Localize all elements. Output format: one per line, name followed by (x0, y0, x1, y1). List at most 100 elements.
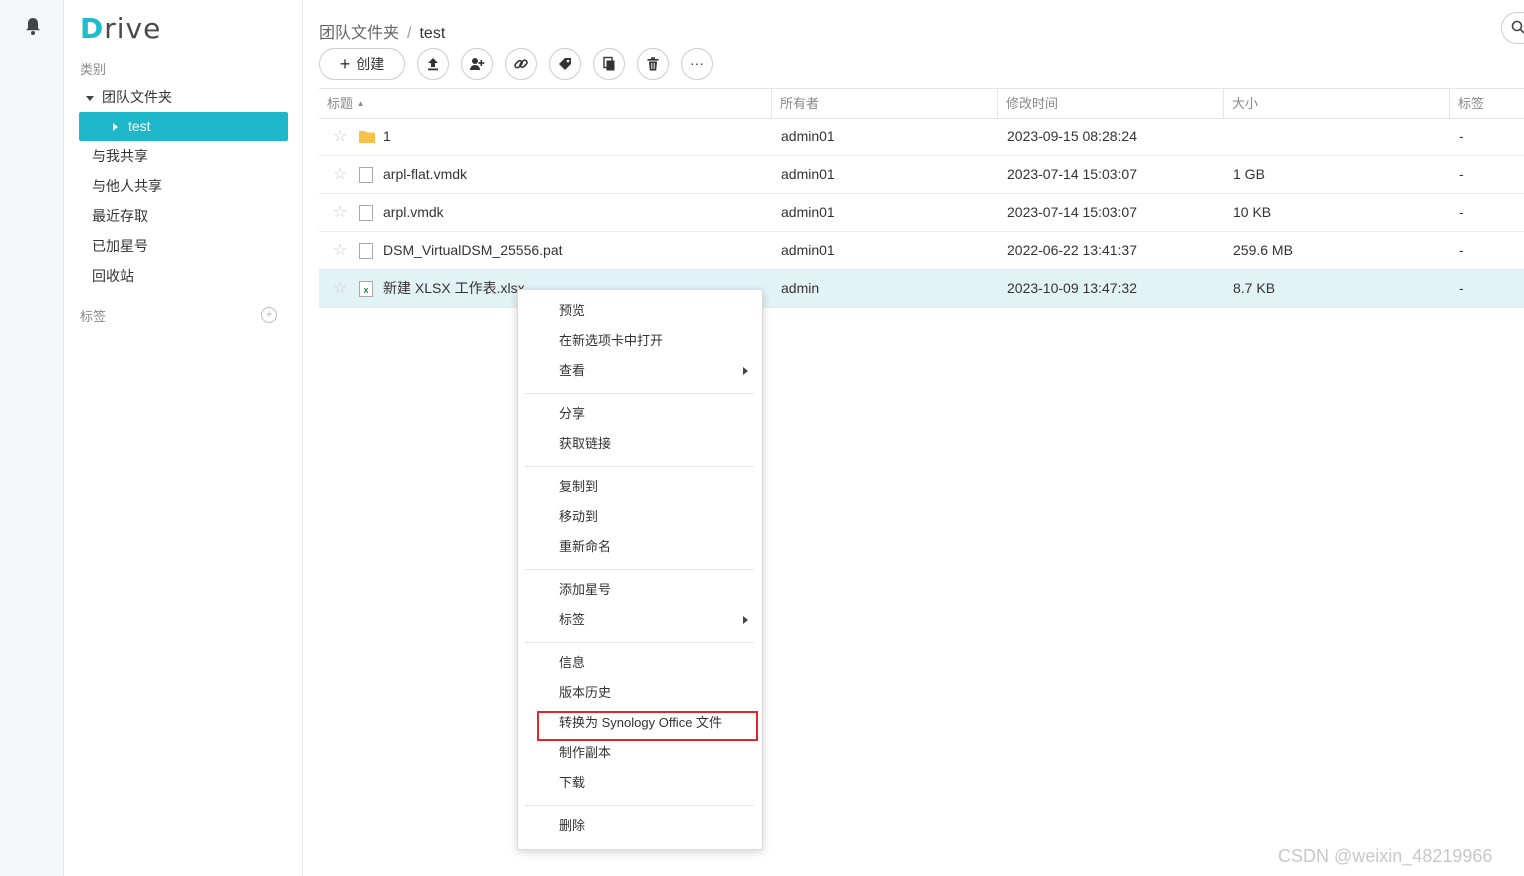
tags-label: 标签 (80, 309, 107, 324)
file-owner: admin01 (781, 128, 835, 144)
submenu-arrow-icon (743, 367, 748, 375)
sidebar-item-recent[interactable]: 最近存取 (92, 202, 148, 230)
menu-item-add-star[interactable]: 添加星号 (559, 575, 611, 605)
breadcrumb-root[interactable]: 团队文件夹 (319, 25, 399, 42)
add-tag-icon[interactable]: + (261, 307, 277, 323)
file-modified: 2023-07-14 15:03:07 (1007, 166, 1137, 182)
upload-icon (428, 58, 438, 71)
svg-text:x: x (363, 285, 368, 295)
table-row[interactable]: ☆ 1 admin01 2023-09-15 08:28:24 - (319, 118, 1524, 156)
copy-button[interactable] (593, 48, 625, 80)
file-icon (359, 167, 373, 183)
delete-icon (647, 57, 659, 71)
sidebar: Drive 类别 团队文件夹 test 与我共享 与他人共享 最近存取 已加星号… (64, 0, 303, 876)
file-icon (359, 243, 373, 259)
tag-icon (559, 58, 571, 70)
file-modified: 2022-06-22 13:41:37 (1007, 242, 1137, 258)
menu-item-download[interactable]: 下载 (559, 768, 585, 798)
menu-item-info[interactable]: 信息 (559, 648, 585, 678)
left-rail (0, 0, 64, 876)
file-tags: - (1459, 280, 1464, 296)
menu-item-view[interactable]: 查看 (559, 356, 585, 386)
sidebar-item-test[interactable]: test (79, 112, 288, 141)
file-name: 1 (383, 128, 391, 144)
share-user-button[interactable] (461, 48, 493, 80)
star-icon[interactable]: ☆ (333, 205, 347, 221)
file-modified: 2023-09-15 08:28:24 (1007, 128, 1137, 144)
breadcrumb: 团队文件夹 / test (319, 25, 446, 42)
search-button[interactable] (1501, 12, 1524, 44)
file-size: 1 GB (1233, 166, 1265, 182)
sidebar-item-shared-with-me[interactable]: 与我共享 (92, 142, 148, 170)
create-button[interactable]: + 创建 (319, 48, 405, 80)
file-tags: - (1459, 242, 1464, 258)
caret-right-icon (113, 123, 118, 132)
menu-item-make-copy[interactable]: 制作副本 (559, 738, 611, 768)
table-row[interactable]: ☆ DSM_VirtualDSM_25556.pat admin01 2022-… (319, 232, 1524, 270)
sidebar-item-starred[interactable]: 已加星号 (92, 232, 148, 260)
file-tags: - (1459, 128, 1464, 144)
star-icon[interactable]: ☆ (333, 129, 347, 145)
link-icon (514, 59, 528, 69)
menu-item-delete[interactable]: 删除 (559, 811, 585, 841)
file-size: 10 KB (1233, 204, 1272, 220)
file-name: 新建 XLSX 工作表.xlsx (383, 280, 525, 296)
file-name: arpl-flat.vmdk (383, 166, 468, 182)
tag-button[interactable] (549, 48, 581, 80)
file-size: 8.7 KB (1233, 280, 1276, 296)
plus-icon: + (339, 54, 351, 74)
column-header-owner[interactable]: 所有者 (772, 89, 819, 118)
upload-button[interactable] (417, 48, 449, 80)
share-user-icon (470, 58, 485, 70)
file-tags: - (1459, 204, 1464, 220)
file-owner: admin01 (781, 166, 835, 182)
star-icon[interactable]: ☆ (333, 167, 347, 183)
menu-item-version-history[interactable]: 版本历史 (559, 678, 611, 708)
menu-item-preview[interactable]: 预览 (559, 296, 585, 326)
watermark: CSDN @weixin_48219966 (1278, 846, 1493, 866)
file-size: 259.6 MB (1233, 242, 1293, 258)
notification-bell-icon[interactable] (24, 16, 42, 36)
file-owner: admin01 (781, 242, 835, 258)
context-menu: 预览 在新选项卡中打开 查看 分享 获取链接 复制到 移动到 重新命名 添加星号… (517, 289, 763, 850)
delete-button[interactable] (637, 48, 669, 80)
more-icon: ··· (690, 55, 704, 71)
column-header-modified[interactable]: 修改时间 (998, 89, 1058, 118)
sort-ascending-icon: ▲ (356, 99, 365, 108)
file-owner: admin01 (781, 204, 835, 220)
table-row-selected[interactable]: ☆ x 新建 XLSX 工作表.xlsx admin 2023-10-09 13… (319, 270, 1524, 308)
submenu-arrow-icon (743, 616, 748, 624)
folder-icon (359, 131, 375, 143)
menu-item-move-to[interactable]: 移动到 (559, 502, 598, 532)
category-label: 类别 (80, 62, 107, 77)
file-name: arpl.vmdk (383, 204, 444, 220)
sidebar-item-recycle-bin[interactable]: 回收站 (92, 262, 134, 290)
menu-item-tags[interactable]: 标签 (559, 605, 585, 635)
get-link-button[interactable] (505, 48, 537, 80)
file-tags: - (1459, 166, 1464, 182)
column-header-size[interactable]: 大小 (1224, 89, 1258, 118)
caret-down-icon (86, 95, 94, 101)
column-header-title[interactable]: 标题 ▲ (319, 89, 365, 118)
table-header: 标题 ▲ 所有者 修改时间 大小 标签 (319, 88, 1524, 119)
star-icon[interactable]: ☆ (333, 243, 347, 259)
menu-item-open-new-tab[interactable]: 在新选项卡中打开 (559, 326, 663, 356)
file-modified: 2023-10-09 13:47:32 (1007, 280, 1137, 296)
table-row[interactable]: ☆ arpl-flat.vmdk admin01 2023-07-14 15:0… (319, 156, 1524, 194)
copy-icon (603, 56, 615, 71)
sidebar-item-team-folder[interactable]: 团队文件夹 (86, 84, 172, 110)
sidebar-item-shared-with-others[interactable]: 与他人共享 (92, 172, 162, 200)
table-row[interactable]: ☆ arpl.vmdk admin01 2023-07-14 15:03:07 … (319, 194, 1524, 232)
menu-item-get-link[interactable]: 获取链接 (559, 429, 611, 459)
drive-logo[interactable]: Drive (80, 12, 161, 45)
highlight-box (537, 711, 758, 741)
menu-item-rename[interactable]: 重新命名 (559, 532, 611, 562)
star-icon[interactable]: ☆ (333, 281, 347, 297)
menu-item-share[interactable]: 分享 (559, 399, 585, 429)
more-button[interactable]: ··· (681, 48, 713, 80)
breadcrumb-current: test (419, 25, 446, 42)
file-name: DSM_VirtualDSM_25556.pat (383, 242, 563, 258)
search-icon (1511, 20, 1524, 34)
menu-item-copy-to[interactable]: 复制到 (559, 472, 598, 502)
column-header-tags[interactable]: 标签 (1450, 89, 1484, 118)
